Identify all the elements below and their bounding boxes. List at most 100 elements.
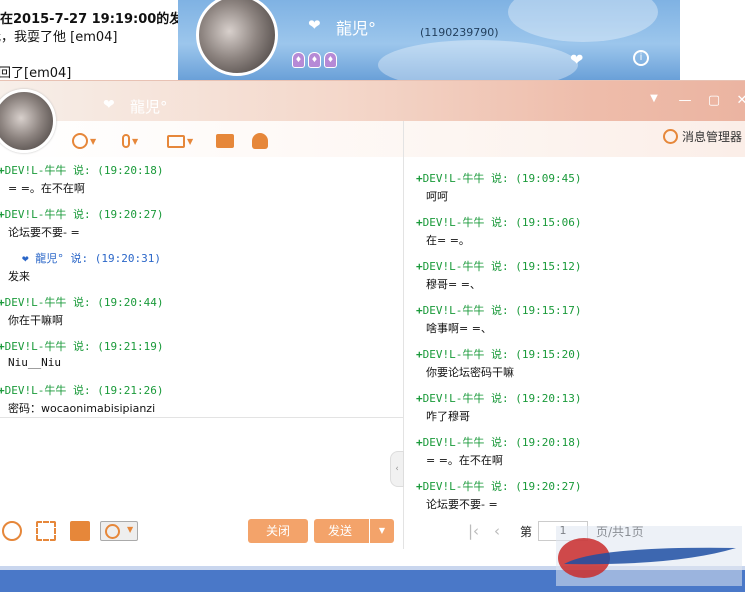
contact-status-icon: + bbox=[416, 172, 423, 185]
cloud-decoration bbox=[378, 40, 578, 80]
remote-assist-icon bbox=[252, 133, 268, 149]
cloud-decoration bbox=[508, 0, 658, 42]
clock-icon bbox=[663, 129, 678, 144]
video-call-icon bbox=[72, 133, 88, 149]
message-header: ❤ 龍児° 说: (19:20:31) bbox=[22, 250, 161, 266]
contact-name: 龍児° bbox=[130, 98, 168, 116]
menu-dropdown-icon[interactable]: ▼ bbox=[646, 93, 662, 104]
vip-badge-icon[interactable]: ♦ bbox=[292, 52, 305, 68]
message-text: 发来 bbox=[8, 270, 30, 283]
info-icon[interactable]: i bbox=[633, 50, 649, 66]
message-text: 啥事啊= =、 bbox=[426, 322, 492, 335]
message-verb: 说: bbox=[491, 480, 509, 493]
message-history-panel[interactable]: +DEV!L-牛牛 说: (19:09:45) 呵呵 +DEV!L-牛牛 说: … bbox=[404, 165, 745, 515]
page-prefix: 第 bbox=[520, 525, 533, 539]
message-header: +DEV!L-牛牛 说: (19:20:27) bbox=[416, 478, 581, 494]
message-time: (19:20:27) bbox=[97, 208, 164, 221]
message-header: +DEV!L-牛牛 说: (19:15:17) bbox=[416, 302, 581, 318]
message-time: (19:20:13) bbox=[515, 392, 582, 405]
contact-status-icon: + bbox=[416, 436, 423, 449]
message-sender: DEV!L-牛牛 bbox=[422, 480, 485, 493]
close-button[interactable]: 关闭 bbox=[248, 519, 308, 543]
bg-post-line: 我，我耍了他 [em04] bbox=[0, 30, 118, 45]
first-page-icon[interactable]: |‹ bbox=[468, 522, 479, 540]
message-verb: 说: bbox=[491, 436, 509, 449]
message-time: (19:15:20) bbox=[515, 348, 582, 361]
message-time: (19:15:17) bbox=[515, 304, 582, 317]
prev-page-icon[interactable]: ‹ bbox=[494, 522, 500, 540]
contact-status-icon: + bbox=[416, 348, 423, 361]
voice-call-button[interactable]: ▼ bbox=[122, 131, 138, 151]
profile-avatar[interactable] bbox=[196, 0, 278, 76]
history-message: +DEV!L-牛牛 说: (19:15:17) 啥事啊= =、 bbox=[404, 297, 745, 341]
message-text: Niu__Niu bbox=[8, 356, 61, 369]
message-text: 咋了穆哥 bbox=[426, 410, 470, 423]
heart-icon: ❤ bbox=[308, 16, 321, 34]
message-verb: 说: bbox=[491, 260, 509, 273]
history-message: +DEV!L-牛牛 说: (19:09:45) 呵呵 bbox=[404, 165, 745, 209]
message-verb: 说: bbox=[491, 304, 509, 317]
vip-badge-icon[interactable]: ♦ bbox=[324, 52, 337, 68]
screen-share-button[interactable] bbox=[216, 131, 234, 151]
minimize-icon[interactable]: — bbox=[677, 93, 693, 108]
message-sender: DEV!L-牛牛 bbox=[4, 164, 67, 177]
screenshot-icon[interactable] bbox=[36, 521, 56, 541]
chat-message: +DEV!L-牛牛 说: (19:20:27) 论坛要不要- = bbox=[0, 201, 403, 245]
message-verb: 说: bbox=[491, 216, 509, 229]
close-icon[interactable]: ✕ bbox=[734, 93, 745, 108]
message-sender: DEV!L-牛牛 bbox=[422, 348, 485, 361]
file-transfer-button[interactable]: ▼ bbox=[167, 131, 193, 151]
message-header: +DEV!L-牛牛 说: (19:09:45) bbox=[416, 170, 581, 186]
collapse-panel-button[interactable]: ‹ bbox=[390, 451, 404, 487]
history-message: +DEV!L-牛牛 说: (19:15:12) 穆哥= =、 bbox=[404, 253, 745, 297]
history-toggle-button[interactable]: ▼ bbox=[100, 521, 138, 541]
message-time: (19:15:06) bbox=[515, 216, 582, 229]
send-options-chevron-icon[interactable]: ▼ bbox=[369, 519, 394, 543]
message-sender: DEV!L-牛牛 bbox=[422, 392, 485, 405]
message-verb: 说: bbox=[491, 348, 509, 361]
message-header: +DEV!L-牛牛 说: (19:20:27) bbox=[0, 206, 163, 222]
message-verb: 说: bbox=[73, 164, 91, 177]
chat-message-self: ❤ 龍児° 说: (19:20:31) 发来 bbox=[0, 245, 403, 289]
bg-post-header: 在2015-7-27 19:19:00的发言 bbox=[0, 12, 196, 27]
chat-history[interactable]: +DEV!L-牛牛 说: (19:20:18) = =。在不在啊 +DEV!L-… bbox=[0, 157, 403, 415]
message-text: 呵呵 bbox=[426, 190, 448, 203]
message-header: +DEV!L-牛牛 说: (19:20:18) bbox=[416, 434, 581, 450]
message-sender: DEV!L-牛牛 bbox=[4, 340, 67, 353]
chat-message: +DEV!L-牛牛 说: (19:20:18) = =。在不在啊 bbox=[0, 157, 403, 201]
message-text: 你要论坛密码干嘛 bbox=[426, 366, 514, 379]
profile-card: ❤ 龍児° (1190239790) ♦ ♦ ♦ ❤ i bbox=[178, 0, 680, 80]
message-time: (19:15:12) bbox=[515, 260, 582, 273]
message-header: +DEV!L-牛牛 说: (19:20:44) bbox=[0, 294, 163, 310]
title-bar[interactable]: ❤ 龍児° ▼ — ▢ ✕ bbox=[0, 81, 745, 121]
message-manager-button[interactable]: 消息管理器 bbox=[663, 128, 742, 145]
remote-assist-button[interactable] bbox=[252, 131, 268, 151]
image-icon[interactable] bbox=[70, 521, 90, 541]
message-sender: DEV!L-牛牛 bbox=[422, 304, 485, 317]
vip-badge-icon[interactable]: ♦ bbox=[308, 52, 321, 68]
message-header: +DEV!L-牛牛 说: (19:21:19) bbox=[0, 338, 163, 354]
font-icon[interactable] bbox=[2, 521, 22, 541]
video-call-button[interactable]: ▼ bbox=[72, 131, 96, 151]
message-time: (19:21:26) bbox=[97, 384, 164, 397]
message-verb: 说: bbox=[73, 296, 91, 309]
message-text: 论坛要不要- = bbox=[8, 226, 80, 239]
message-verb: 说: bbox=[491, 392, 509, 405]
like-icon[interactable]: ❤ bbox=[570, 50, 583, 69]
message-input[interactable] bbox=[0, 417, 403, 514]
message-verb: 说: bbox=[70, 252, 89, 265]
message-header: +DEV!L-牛牛 说: (19:20:18) bbox=[0, 162, 163, 178]
message-sender: 龍児° bbox=[35, 252, 64, 265]
history-message: +DEV!L-牛牛 说: (19:20:27) 论坛要不要- = bbox=[404, 473, 745, 515]
send-button[interactable]: 发送 ▼ bbox=[314, 519, 394, 543]
contact-status-icon: + bbox=[416, 392, 423, 405]
message-time: (19:21:19) bbox=[97, 340, 164, 353]
heart-icon: ❤ bbox=[103, 97, 115, 113]
profile-name: 龍児° bbox=[336, 19, 377, 38]
toolbar bbox=[0, 121, 745, 157]
contact-status-icon: + bbox=[416, 304, 423, 317]
message-sender: DEV!L-牛牛 bbox=[4, 296, 67, 309]
message-time: (19:20:27) bbox=[515, 480, 582, 493]
maximize-icon[interactable]: ▢ bbox=[706, 93, 722, 108]
clock-icon bbox=[105, 524, 120, 539]
